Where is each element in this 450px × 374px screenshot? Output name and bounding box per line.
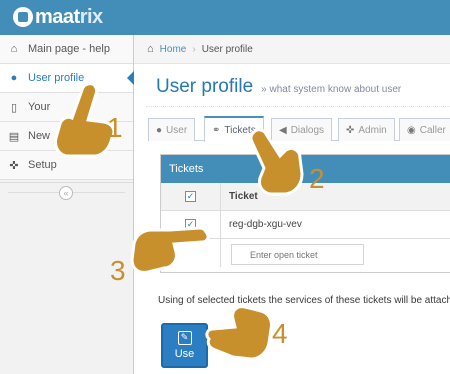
- home-icon: ⌂: [10, 43, 18, 55]
- pointing-hand-2-icon: [249, 128, 304, 196]
- top-navbar: maat rix: [0, 0, 450, 35]
- user-icon: ●: [10, 72, 18, 84]
- breadcrumb: ⌂ Home › User profile: [134, 35, 450, 64]
- tab-admin[interactable]: ✜ Admin: [338, 118, 395, 141]
- annotation-number-3: 3: [110, 255, 126, 286]
- ticket-cell: reg-dgb-xgu-vev: [229, 219, 302, 230]
- comment-icon: ◉: [407, 124, 416, 136]
- sidebar-item-main-page[interactable]: ⌂ Main page - help: [0, 35, 133, 64]
- page-title: User profile: [156, 76, 254, 97]
- sidebar-item-label: Setup: [28, 159, 57, 171]
- tab-caller[interactable]: ◉ Caller: [399, 118, 450, 141]
- logo-icon: [13, 7, 33, 27]
- breadcrumb-separator: ›: [192, 43, 196, 55]
- pointing-hand-4-icon: [205, 305, 273, 361]
- breadcrumb-current: User profile: [201, 43, 253, 55]
- tab-label: Caller: [419, 124, 446, 136]
- key-icon: ⚭: [212, 124, 221, 136]
- sidebar-collapse-row: «: [0, 182, 133, 202]
- cart-icon: ▤: [8, 130, 20, 143]
- sidebar-item-label: Your: [28, 101, 51, 113]
- tab-label: Admin: [358, 124, 387, 136]
- annotation-number-2: 2: [309, 163, 325, 194]
- edit-icon: ✎: [177, 331, 192, 345]
- wrench-icon: ✜: [346, 124, 355, 136]
- tab-label: User: [166, 124, 188, 136]
- annotation-number-1: 1: [107, 112, 123, 143]
- logo-text-main: maat: [35, 5, 80, 28]
- breadcrumb-home-link[interactable]: Home: [160, 44, 187, 55]
- usage-note: Using of selected tickets the services o…: [158, 295, 450, 306]
- pointing-hand-3-icon: [130, 226, 210, 274]
- annotation-number-4: 4: [272, 318, 288, 349]
- page-subtitle: » what system know about user: [261, 84, 402, 95]
- open-ticket-input[interactable]: [231, 244, 364, 265]
- use-button[interactable]: ✎ Use: [161, 323, 208, 368]
- app-logo[interactable]: maat rix: [13, 6, 103, 28]
- user-icon: ●: [156, 124, 163, 136]
- select-all-cell: ✓: [161, 183, 221, 210]
- sidebar-item-label: New: [28, 130, 51, 142]
- sidebar-collapse-button[interactable]: «: [59, 186, 73, 200]
- select-all-checkbox[interactable]: ✓: [185, 191, 196, 202]
- use-button-label: Use: [174, 348, 195, 360]
- tab-user[interactable]: ● User: [148, 118, 196, 141]
- page-header: User profile » what system know about us…: [146, 64, 450, 107]
- wrench-icon: ✜: [9, 159, 19, 172]
- phone-icon: ▯: [10, 101, 18, 114]
- sidebar-item-label: Main page - help: [28, 43, 110, 55]
- home-icon: ⌂: [147, 43, 154, 55]
- logo-text-tail: rix: [79, 5, 103, 28]
- app-root: maat rix ⌂ Main page - help ● User profi…: [0, 0, 450, 374]
